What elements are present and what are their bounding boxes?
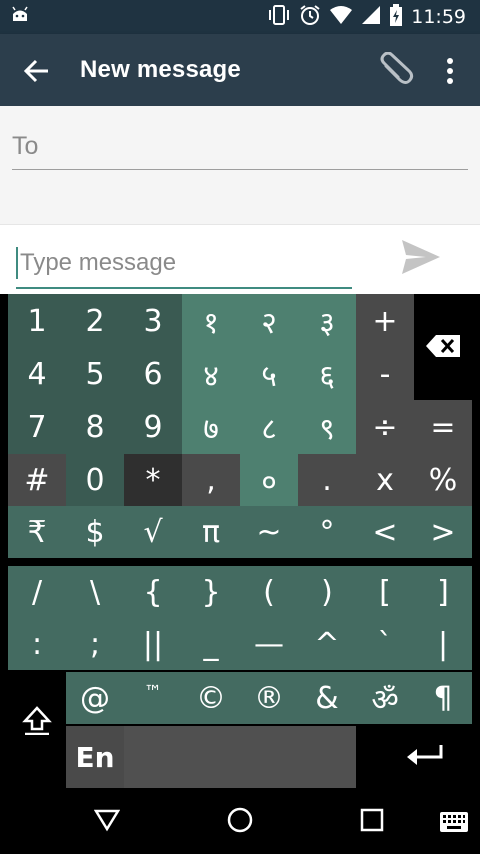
status-bar: 11:59 bbox=[0, 0, 480, 34]
key[interactable]: > bbox=[414, 506, 472, 558]
key[interactable]: ] bbox=[414, 566, 472, 618]
key[interactable]: ` bbox=[356, 618, 414, 670]
key[interactable]: ॐ bbox=[356, 672, 414, 724]
key[interactable]: || bbox=[124, 618, 182, 670]
key[interactable]: 7 bbox=[8, 400, 66, 454]
send-icon[interactable] bbox=[400, 236, 442, 278]
backspace-key[interactable] bbox=[414, 294, 472, 400]
key[interactable]: | bbox=[414, 618, 472, 670]
status-time: 11:59 bbox=[411, 6, 466, 28]
key[interactable]: < bbox=[356, 506, 414, 558]
key[interactable]: ) bbox=[298, 566, 356, 618]
home-circle-icon[interactable] bbox=[226, 806, 254, 838]
key[interactable]: : bbox=[8, 618, 66, 670]
backspace-icon bbox=[426, 330, 460, 365]
key[interactable]: - bbox=[356, 348, 414, 400]
paperclip-icon[interactable] bbox=[376, 51, 414, 88]
key[interactable]: 5 bbox=[66, 348, 124, 400]
recents-square-icon[interactable] bbox=[360, 808, 384, 836]
key[interactable]: 9 bbox=[124, 400, 182, 454]
key[interactable]: ¶ bbox=[414, 672, 472, 724]
text-cursor bbox=[16, 247, 18, 279]
shift-icon bbox=[22, 705, 52, 743]
key[interactable]: ™ bbox=[124, 672, 182, 724]
key[interactable]: — bbox=[240, 618, 298, 670]
key[interactable]: = bbox=[414, 400, 472, 454]
key[interactable]: & bbox=[298, 672, 356, 724]
battery-charging-icon bbox=[389, 4, 403, 30]
alarm-icon bbox=[299, 4, 321, 30]
key[interactable]: ; bbox=[66, 618, 124, 670]
back-triangle-icon[interactable] bbox=[93, 808, 121, 836]
language-key[interactable]: En bbox=[66, 726, 124, 788]
key[interactable]: $ bbox=[66, 506, 124, 558]
key[interactable]: \ bbox=[66, 566, 124, 618]
enter-icon bbox=[405, 740, 445, 775]
key[interactable]: , bbox=[182, 454, 240, 506]
key[interactable]: 2 bbox=[66, 294, 124, 348]
key[interactable]: ६ bbox=[298, 348, 356, 400]
key[interactable]: @ bbox=[66, 672, 124, 724]
key[interactable]: ५ bbox=[240, 348, 298, 400]
key[interactable]: √ bbox=[124, 506, 182, 558]
shift-key[interactable] bbox=[8, 672, 66, 776]
more-vert-icon[interactable] bbox=[440, 56, 460, 86]
key[interactable]: ३ bbox=[298, 294, 356, 348]
keyboard: 1 2 3 १ २ ३ + 4 5 6 ४ ५ ६ - 7 8 9 ७ ८ ९ … bbox=[0, 294, 480, 804]
page-title: New message bbox=[80, 56, 241, 83]
key[interactable]: π bbox=[182, 506, 240, 558]
key[interactable]: . bbox=[298, 454, 356, 506]
key[interactable]: { bbox=[124, 566, 182, 618]
key[interactable]: ( bbox=[240, 566, 298, 618]
key[interactable]: 0 bbox=[66, 454, 124, 506]
status-icons: 11:59 bbox=[267, 0, 466, 34]
key[interactable]: + bbox=[356, 294, 414, 348]
key[interactable]: ~ bbox=[240, 506, 298, 558]
signal-icon bbox=[361, 5, 381, 29]
key[interactable]: ₹ bbox=[8, 506, 66, 558]
to-field[interactable]: To bbox=[12, 126, 468, 170]
space-bar[interactable] bbox=[124, 726, 356, 788]
key[interactable]: 8 bbox=[66, 400, 124, 454]
key[interactable]: 1 bbox=[8, 294, 66, 348]
compose-area: To bbox=[0, 106, 480, 224]
key[interactable]: ÷ bbox=[356, 400, 414, 454]
key[interactable]: ८ bbox=[240, 400, 298, 454]
key[interactable]: 4 bbox=[8, 348, 66, 400]
key[interactable]: 6 bbox=[124, 348, 182, 400]
key[interactable]: * bbox=[124, 454, 182, 506]
navigation-bar bbox=[0, 794, 480, 854]
back-arrow-icon[interactable] bbox=[22, 56, 52, 86]
key[interactable]: © bbox=[182, 672, 240, 724]
enter-key[interactable] bbox=[390, 726, 460, 788]
key[interactable]: ० bbox=[240, 454, 298, 506]
wifi-icon bbox=[329, 5, 353, 29]
key[interactable]: # bbox=[8, 454, 66, 506]
android-icon bbox=[10, 6, 30, 30]
key[interactable]: २ bbox=[240, 294, 298, 348]
vibrate-icon bbox=[267, 4, 291, 30]
key[interactable]: [ bbox=[356, 566, 414, 618]
key[interactable]: १ bbox=[182, 294, 240, 348]
keyboard-icon[interactable] bbox=[440, 812, 468, 836]
app-bar: New message bbox=[0, 34, 480, 106]
message-input[interactable]: Type message bbox=[16, 245, 352, 289]
key[interactable]: } bbox=[182, 566, 240, 618]
key[interactable]: ९ bbox=[298, 400, 356, 454]
key[interactable]: _ bbox=[182, 618, 240, 670]
key[interactable]: ७ bbox=[182, 400, 240, 454]
key[interactable]: ° bbox=[298, 506, 356, 558]
key[interactable]: ^ bbox=[298, 618, 356, 670]
key[interactable]: / bbox=[8, 566, 66, 618]
key[interactable]: % bbox=[414, 454, 472, 506]
key[interactable]: ४ bbox=[182, 348, 240, 400]
key[interactable]: 3 bbox=[124, 294, 182, 348]
key[interactable]: ® bbox=[240, 672, 298, 724]
key[interactable]: x bbox=[356, 454, 414, 506]
